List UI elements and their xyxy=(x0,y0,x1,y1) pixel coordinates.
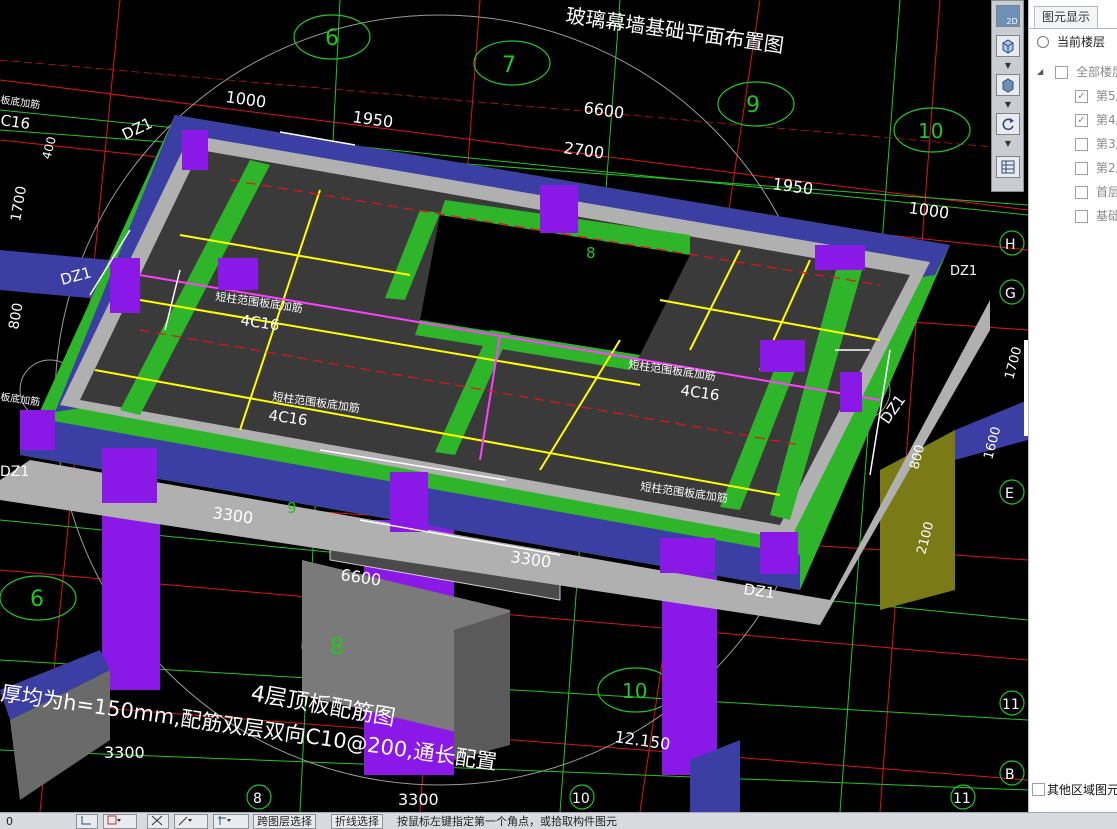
view-2d-button[interactable]: 2D xyxy=(996,5,1020,27)
svg-text:10: 10 xyxy=(918,119,943,143)
floor-label: 第2层 xyxy=(1096,161,1117,175)
svg-text:800: 800 xyxy=(6,302,26,331)
floor-checkbox[interactable]: ✓ xyxy=(1075,90,1088,103)
svg-text:1000: 1000 xyxy=(907,198,950,222)
element-display-panel: 图元显示 当前楼层 ◢ 全部楼层 ✓ 第5层 ✓ 第4层 第3层 第2层 首层 … xyxy=(1028,0,1117,812)
ortho-icon xyxy=(81,816,91,825)
svg-text:3300: 3300 xyxy=(104,743,145,762)
cube-icon xyxy=(1002,39,1014,54)
svg-text:8: 8 xyxy=(586,244,596,262)
svg-text:8: 8 xyxy=(253,791,262,807)
rotate-button[interactable] xyxy=(996,113,1020,135)
status-hint: 按鼠标左键指定第一个角点，或拾取构件图元 xyxy=(397,815,617,828)
polyline-select-button[interactable]: 折线选择 xyxy=(331,814,383,829)
grid-view-button[interactable] xyxy=(996,156,1020,178)
svg-text:G: G xyxy=(1005,286,1016,302)
floor-checkbox[interactable] xyxy=(1075,186,1088,199)
svg-text:1700: 1700 xyxy=(1002,345,1025,381)
svg-text:3300: 3300 xyxy=(398,790,439,809)
svg-text:DZ1: DZ1 xyxy=(950,264,977,279)
snap-dropdown[interactable] xyxy=(103,814,137,829)
svg-text:H: H xyxy=(1005,237,1016,253)
polar-dropdown[interactable] xyxy=(174,814,208,829)
floor-checkbox[interactable] xyxy=(1075,138,1088,151)
tab-element-display[interactable]: 图元显示 xyxy=(1034,6,1099,28)
grid-snap-dropdown[interactable] xyxy=(213,814,249,829)
svg-text:2700: 2700 xyxy=(562,138,605,162)
svg-text:8: 8 xyxy=(330,635,344,660)
current-floor-radio[interactable] xyxy=(1037,36,1049,48)
floor-label: 第4层 xyxy=(1096,113,1117,127)
chevron-down-icon[interactable]: ▼ xyxy=(1003,139,1013,149)
svg-text:6600: 6600 xyxy=(582,98,625,122)
drawing-viewport[interactable]: 玻璃幕墙基础平面布置图 4层顶板配筋图 厚均为h=150mm,配筋双层双向C10… xyxy=(0,0,1028,812)
svg-text:B: B xyxy=(1005,767,1015,783)
cross-layer-select-button[interactable]: 跨图层选择 xyxy=(253,814,316,829)
svg-text:6: 6 xyxy=(325,26,339,51)
svg-text:DZ1: DZ1 xyxy=(119,114,155,144)
floor-label: 首层 xyxy=(1096,185,1117,199)
rotate-icon xyxy=(1002,118,1014,131)
tab-divider xyxy=(1029,28,1117,29)
svg-text:9: 9 xyxy=(287,499,297,517)
floor-label: 基础层 xyxy=(1096,209,1117,223)
grid-snap-icon xyxy=(218,816,231,825)
svg-text:板底加筋: 板底加筋 xyxy=(0,93,41,111)
current-floor-label: 当前楼层 xyxy=(1057,35,1106,49)
view-solid-button[interactable] xyxy=(996,74,1020,96)
floor-checkbox[interactable] xyxy=(1075,162,1088,175)
collapse-triangle-icon[interactable]: ◢ xyxy=(1037,62,1043,82)
other-region-checkbox[interactable] xyxy=(1032,783,1045,796)
floor-checkbox[interactable] xyxy=(1075,210,1088,223)
view-toolbox: 2D ▼ ▼ ▼ xyxy=(991,0,1024,192)
snap-icon xyxy=(107,815,121,825)
svg-text:11: 11 xyxy=(953,791,971,807)
floor-label: 第5层 xyxy=(1096,89,1117,103)
svg-text:1000: 1000 xyxy=(224,87,267,111)
svg-text:C16: C16 xyxy=(0,111,31,133)
polar-icon xyxy=(178,816,192,826)
svg-text:E: E xyxy=(1005,486,1014,502)
cross-snap-toggle[interactable] xyxy=(147,814,169,829)
view-3d-cube-button[interactable] xyxy=(996,35,1020,57)
svg-text:1950: 1950 xyxy=(771,174,814,198)
svg-text:11: 11 xyxy=(1002,697,1020,713)
floor-label: 第3层 xyxy=(1096,137,1117,151)
cad-3d-view[interactable]: 玻璃幕墙基础平面布置图 4层顶板配筋图 厚均为h=150mm,配筋双层双向C10… xyxy=(0,0,1028,812)
cross-icon xyxy=(151,815,163,826)
svg-text:1950: 1950 xyxy=(351,107,394,131)
floor-checkbox[interactable]: ✓ xyxy=(1075,114,1088,127)
status-bar: 0 跨图层选择 折线选择 按鼠标左键指定第一个角点，或拾取构件图元 xyxy=(0,812,1117,829)
chevron-down-icon[interactable]: ▼ xyxy=(1003,100,1013,110)
svg-text:6: 6 xyxy=(30,587,44,612)
drawing-title-top: 玻璃幕墙基础平面布置图 xyxy=(564,3,785,57)
svg-text:10: 10 xyxy=(622,679,647,703)
svg-text:10: 10 xyxy=(572,791,590,807)
grid-icon xyxy=(1001,160,1015,174)
other-region-label: 其他区域图元 xyxy=(1047,783,1117,797)
svg-text:7: 7 xyxy=(502,53,516,78)
solid-cube-icon xyxy=(1002,78,1014,93)
all-floors-label: 全部楼层 xyxy=(1076,65,1117,79)
svg-text:1700: 1700 xyxy=(8,185,30,223)
svg-text:9: 9 xyxy=(746,93,760,118)
all-floors-checkbox[interactable] xyxy=(1055,66,1068,79)
svg-text:DZ1: DZ1 xyxy=(0,464,29,480)
chevron-down-icon[interactable]: ▼ xyxy=(1003,61,1013,71)
coordinate-readout: 0 xyxy=(6,815,13,828)
svg-text:400: 400 xyxy=(39,135,58,161)
ortho-toggle[interactable] xyxy=(76,814,98,829)
